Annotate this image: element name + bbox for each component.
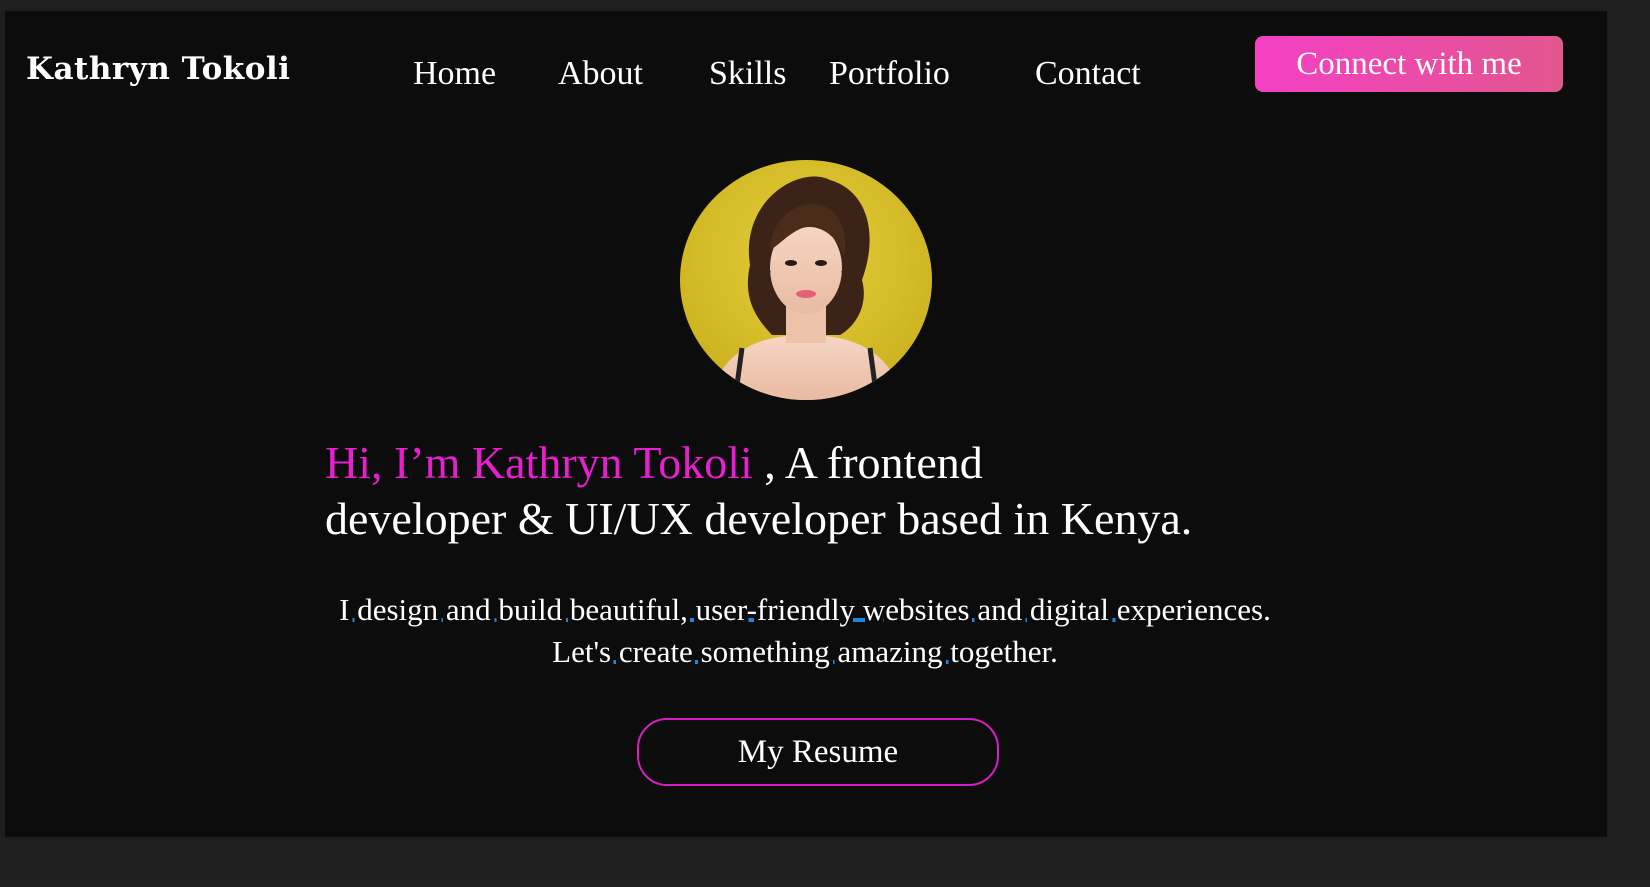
profile-photo-icon (680, 160, 932, 400)
nav-portfolio[interactable]: Portfolio (829, 55, 950, 93)
avatar (680, 160, 932, 400)
hero-subtitle: I design and build beautiful, user-frien… (205, 589, 1405, 673)
hero-headline-part-2: developer & UI/UX developer based in Ken… (325, 493, 1193, 544)
hero-headline: Hi, I’m Kathryn Tokoli , A frontend deve… (325, 435, 1285, 547)
hero-subtitle-line-1: I design and build beautiful, user-frien… (339, 592, 1271, 627)
page-frame: Kathryn Tokoli Home About Skills Portfol… (5, 11, 1607, 837)
site-logo[interactable]: Kathryn Tokoli (26, 51, 290, 87)
connect-button[interactable]: Connect with me (1255, 36, 1563, 92)
nav-contact[interactable]: Contact (1035, 55, 1141, 93)
resume-button[interactable]: My Resume (637, 718, 999, 786)
hero-greeting: Hi, I’m Kathryn Tokoli (325, 437, 753, 488)
hero-headline-part-1: , A frontend (752, 437, 983, 488)
nav-about[interactable]: About (558, 55, 643, 93)
nav-home[interactable]: Home (413, 55, 496, 93)
hero-subtitle-line-2: Let's create something amazing together. (552, 634, 1058, 669)
nav-skills[interactable]: Skills (709, 55, 786, 93)
